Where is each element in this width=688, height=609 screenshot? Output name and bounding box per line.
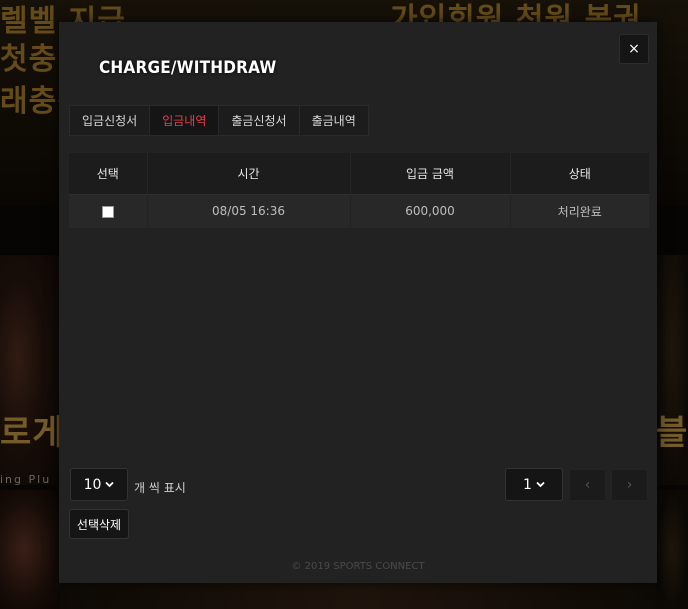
tab-withdraw-request[interactable]: 출금신청서	[219, 106, 300, 135]
current-page-value: 1	[523, 476, 532, 493]
chevron-down-icon	[536, 480, 545, 491]
charge-withdraw-modal: CHARGE/WITHDRAW × 입금신청서 입금내역 출금신청서 출금내역 …	[59, 22, 657, 583]
chevron-down-icon	[105, 480, 115, 491]
modal-title: CHARGE/WITHDRAW	[99, 58, 277, 78]
table-row: 08/05 16:36 600,000 처리완료	[69, 193, 649, 228]
prev-page-button[interactable]: ‹	[569, 469, 606, 501]
next-page-button[interactable]: ›	[611, 469, 648, 501]
row-checkbox[interactable]	[101, 205, 114, 218]
tab-withdraw-history[interactable]: 출금내역	[299, 106, 368, 135]
amount-cell: 600,000	[350, 193, 511, 228]
tab-bar: 입금신청서 입금내역 출금신청서 출금내역	[69, 105, 369, 136]
page-size-select[interactable]: 10	[70, 468, 128, 501]
tab-deposit-request[interactable]: 입금신청서	[70, 106, 151, 135]
page-select[interactable]: 1	[505, 468, 563, 501]
column-header-amount: 입금 금액	[350, 153, 511, 194]
tab-deposit-history[interactable]: 입금내역	[150, 106, 220, 135]
close-icon: ×	[628, 41, 640, 57]
close-button[interactable]: ×	[619, 34, 649, 64]
chevron-right-icon: ›	[626, 477, 633, 493]
column-header-time: 시간	[147, 153, 351, 194]
table-header-row: 선택 시간 입금 금액 상태	[69, 153, 649, 194]
status-cell: 처리완료	[510, 193, 649, 228]
select-cell	[69, 193, 148, 228]
column-header-select: 선택	[69, 153, 148, 194]
delete-selected-button[interactable]: 선택삭제	[69, 509, 129, 539]
column-header-status: 상태	[510, 153, 649, 194]
time-cell: 08/05 16:36	[147, 193, 351, 228]
page-size-value: 10	[83, 476, 102, 493]
footer-copyright: © 2019 SPORTS CONNECT	[291, 561, 425, 572]
chevron-left-icon: ‹	[584, 477, 591, 493]
page-size-label: 개 씩 표시	[134, 481, 186, 495]
deposit-history-table: 선택 시간 입금 금액 상태 08/05 16:36 600,000 처리완료	[69, 153, 649, 228]
